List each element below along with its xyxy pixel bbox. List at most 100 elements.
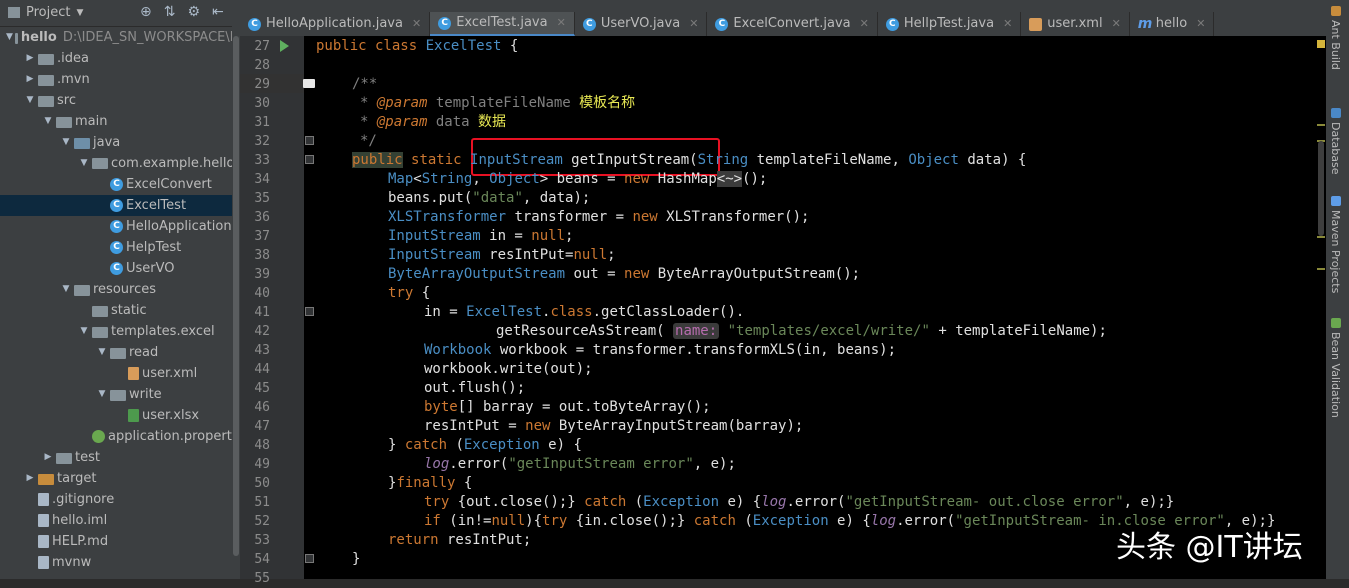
- tree-item-label: ExcelTest: [126, 198, 187, 213]
- tree-item[interactable]: C UserVO: [0, 258, 240, 279]
- editor-tab[interactable]: C ExcelTest.java ✕: [430, 12, 575, 36]
- tree-item-label: src: [57, 93, 76, 108]
- fold-icon[interactable]: [305, 554, 314, 563]
- collapse-icon[interactable]: ⇅: [164, 4, 176, 20]
- chevron-down-icon[interactable]: ▼: [96, 384, 108, 405]
- chevron-down-icon[interactable]: ▼: [24, 90, 36, 111]
- tree-item[interactable]: .gitignore: [0, 489, 240, 510]
- tree-item[interactable]: ▼ write: [0, 384, 240, 405]
- close-icon[interactable]: ✕: [1112, 12, 1121, 36]
- folder-icon: [110, 389, 126, 401]
- tree-item[interactable]: hello.iml: [0, 510, 240, 531]
- package-icon: [92, 158, 108, 169]
- tree-item[interactable]: ▼ java: [0, 132, 240, 153]
- tree-item[interactable]: ▼ read: [0, 342, 240, 363]
- tree-item[interactable]: ▼ hello D:\IDEA_SN_WORKSPACE\h: [0, 27, 238, 48]
- tab-label: ExcelTest.java: [456, 15, 548, 30]
- code-line: public static InputStream getInputStream…: [352, 152, 1027, 168]
- run-icon[interactable]: [280, 40, 289, 52]
- maven-projects-tool[interactable]: Maven Projects: [1329, 196, 1342, 293]
- project-scrollbar[interactable]: [232, 26, 240, 579]
- tree-item[interactable]: user.xml: [0, 363, 240, 384]
- tree-item[interactable]: ▼ com.example.hello: [0, 153, 240, 174]
- line-number: 29: [254, 77, 270, 92]
- chevron-down-icon[interactable]: ▼: [60, 132, 72, 153]
- gear-icon[interactable]: ⚙: [187, 4, 200, 20]
- tree-item-label: user.xml: [142, 366, 198, 381]
- tree-item-label: read: [129, 345, 159, 360]
- tree-item[interactable]: user.xlsx: [0, 405, 240, 426]
- database-tool[interactable]: Database: [1329, 108, 1342, 175]
- error-stripe: [1316, 36, 1326, 579]
- tree-item[interactable]: ▶ test: [0, 447, 240, 468]
- project-panel-header: Project ▼ ⊕ ⇅ ⚙ ⇤: [0, 0, 240, 27]
- chevron-right-icon[interactable]: ▶: [42, 447, 54, 468]
- code-line: }: [352, 551, 361, 567]
- chevron-down-icon[interactable]: ▼: [96, 342, 108, 363]
- ant-build-tool[interactable]: Ant Build: [1329, 6, 1342, 70]
- tree-item[interactable]: C ExcelTest: [0, 195, 240, 216]
- line-number: 42: [254, 324, 270, 339]
- analysis-status-icon[interactable]: [1317, 40, 1325, 48]
- tree-item[interactable]: C HelpTest: [0, 237, 240, 258]
- chevron-down-icon[interactable]: ▼: [60, 279, 72, 300]
- editor-tab[interactable]: C UserVO.java ✕: [575, 12, 708, 36]
- editor-scrollbar[interactable]: [1318, 141, 1324, 236]
- tree-item[interactable]: C ExcelConvert: [0, 174, 240, 195]
- chevron-right-icon[interactable]: ▶: [24, 69, 36, 90]
- tree-item-label: HelpTest: [126, 240, 182, 255]
- hide-icon[interactable]: ⇤: [212, 4, 224, 20]
- fold-icon[interactable]: [305, 155, 314, 164]
- tree-item[interactable]: static: [0, 300, 240, 321]
- line-number: 37: [254, 229, 270, 244]
- code-line: return resIntPut;: [388, 532, 532, 548]
- chevron-right-icon[interactable]: ▶: [24, 468, 36, 489]
- code-line: * @param data 数据: [360, 114, 507, 130]
- tab-label: hello: [1155, 16, 1188, 31]
- tree-item-label: static: [111, 303, 147, 318]
- close-icon[interactable]: ✕: [412, 12, 421, 36]
- close-icon[interactable]: ✕: [1196, 12, 1205, 36]
- close-icon[interactable]: ✕: [557, 11, 566, 35]
- tree-item[interactable]: ▼ src: [0, 90, 240, 111]
- tree-item[interactable]: HELP.md: [0, 531, 240, 552]
- code-line: XLSTransformer transformer = new XLSTran…: [388, 209, 810, 225]
- chevron-down-icon[interactable]: ▼: [42, 111, 54, 132]
- editor-tab[interactable]: C HellpTest.java ✕: [878, 12, 1022, 36]
- tree-item[interactable]: application.properties: [0, 426, 240, 447]
- tree-item[interactable]: ▶ target: [0, 468, 240, 489]
- editor-tab[interactable]: C ExcelConvert.java ✕: [707, 12, 878, 36]
- tree-item-label: .idea: [57, 51, 89, 66]
- chevron-right-icon[interactable]: ▶: [24, 48, 36, 69]
- tree-item[interactable]: ▼ resources: [0, 279, 240, 300]
- tree-item[interactable]: ▼ main: [0, 111, 240, 132]
- bean-validation-tool[interactable]: Bean Validation: [1329, 318, 1342, 418]
- tree-item[interactable]: ▶ .idea: [0, 48, 240, 69]
- close-icon[interactable]: ✕: [689, 12, 698, 36]
- editor-tab[interactable]: user.xml ✕: [1021, 12, 1130, 36]
- code-line: resIntPut = new ByteArrayInputStream(bar…: [424, 418, 804, 434]
- tree-item[interactable]: C HelloApplication: [0, 216, 240, 237]
- chevron-down-icon[interactable]: ▼: [78, 153, 90, 174]
- tree-item[interactable]: mvnw: [0, 552, 240, 573]
- close-icon[interactable]: ✕: [1003, 12, 1012, 36]
- code-line: workbook.write(out);: [424, 361, 593, 377]
- locate-icon[interactable]: ⊕: [140, 4, 152, 20]
- chevron-down-icon[interactable]: ▼: [78, 321, 90, 342]
- fold-icon[interactable]: [305, 136, 314, 145]
- project-panel: Project ▼ ⊕ ⇅ ⚙ ⇤ ▼ hello D:\IDEA_SN_WORKS…: [0, 0, 240, 579]
- close-icon[interactable]: ✕: [860, 12, 869, 36]
- editor-tab[interactable]: C HelloApplication.java ✕: [240, 12, 431, 36]
- code-line: /**: [352, 76, 378, 92]
- line-number: 35: [254, 191, 270, 206]
- fold-icon[interactable]: [305, 307, 314, 316]
- project-view-selector[interactable]: Project ▼: [8, 5, 83, 20]
- folder-icon: [56, 116, 72, 128]
- code-line: InputStream in = null;: [388, 228, 574, 244]
- code-line: }finally {: [388, 475, 473, 491]
- chevron-down-icon[interactable]: ▼: [6, 27, 13, 48]
- tree-item[interactable]: ▶ .mvn: [0, 69, 240, 90]
- line-number: 31: [254, 115, 270, 130]
- tree-item[interactable]: ▼ templates.excel: [0, 321, 240, 342]
- editor-tab[interactable]: m hello ✕: [1130, 12, 1215, 36]
